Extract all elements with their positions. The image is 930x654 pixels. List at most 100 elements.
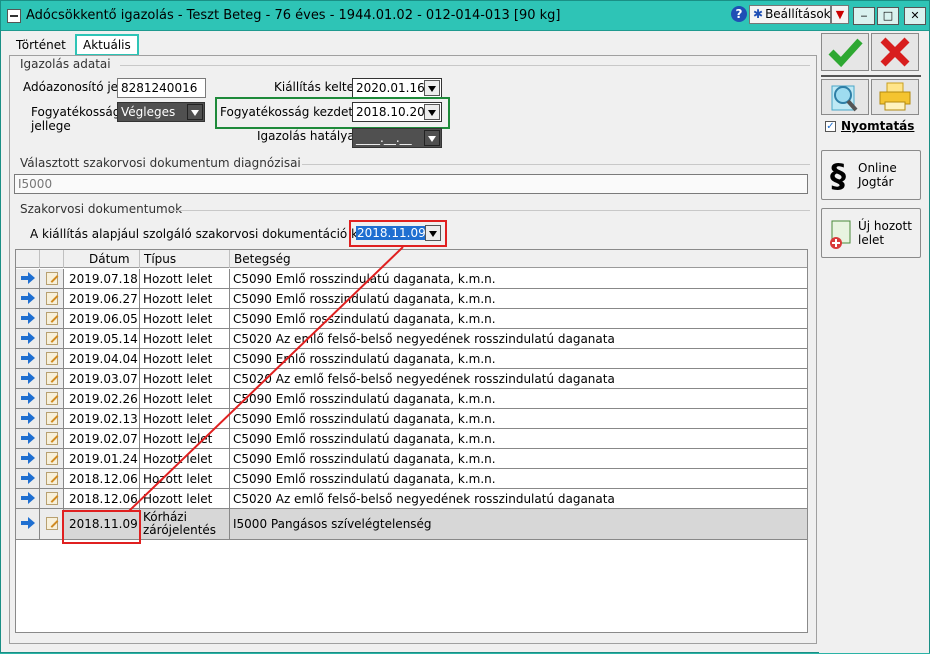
edit-row-cell[interactable] bbox=[40, 269, 64, 288]
edit-row-cell[interactable] bbox=[40, 349, 64, 368]
chevron-down-icon bbox=[187, 104, 203, 120]
arrow-right-icon bbox=[21, 352, 35, 364]
tax-id-label: Adóazonosító jel bbox=[23, 80, 122, 94]
edit-row-cell[interactable] bbox=[40, 329, 64, 348]
basis-date-label: A kiállítás alapjául szolgáló szakorvosi… bbox=[30, 227, 381, 241]
edit-row-cell[interactable] bbox=[40, 509, 64, 539]
tab-aktualis[interactable]: Aktuális bbox=[75, 34, 139, 56]
open-row-cell[interactable] bbox=[16, 289, 40, 308]
online-jogtar-button[interactable]: § Online Jogtár bbox=[821, 150, 921, 200]
help-button[interactable]: ? bbox=[731, 6, 747, 22]
edit-row-cell[interactable] bbox=[40, 409, 64, 428]
section-divider bbox=[302, 164, 810, 165]
section-divider bbox=[120, 65, 810, 66]
table-row[interactable]: 2019.01.24 Hozott lelet C5090 Emlő rosszin… bbox=[16, 449, 807, 469]
new-result-label: Új hozott lelet bbox=[858, 219, 912, 247]
edit-row-cell[interactable] bbox=[40, 389, 64, 408]
tab-tortenet[interactable]: Történet bbox=[9, 34, 75, 55]
edit-icon bbox=[46, 392, 58, 405]
open-row-cell[interactable] bbox=[16, 389, 40, 408]
table-row[interactable]: 2019.04.04 Hozott lelet C5090 Emlő rosszin… bbox=[16, 349, 807, 369]
tax-id-field[interactable]: 8281240016 bbox=[117, 78, 206, 98]
igazolas-section-title: Igazolás adatai bbox=[20, 57, 111, 71]
header-disease[interactable]: Betegség bbox=[230, 250, 807, 268]
edit-row-cell[interactable] bbox=[40, 369, 64, 388]
open-row-cell[interactable] bbox=[16, 349, 40, 368]
edit-icon bbox=[46, 272, 58, 285]
open-row-cell[interactable] bbox=[16, 329, 40, 348]
row-disease: C5090 Emlő rosszindulatú daganata, k.m.n… bbox=[233, 452, 496, 466]
arrow-right-icon bbox=[21, 472, 35, 484]
open-row-cell[interactable] bbox=[16, 309, 40, 328]
selected-date-highlight bbox=[62, 510, 141, 544]
pin-icon[interactable]: ▼ bbox=[831, 5, 849, 24]
open-row-cell[interactable] bbox=[16, 269, 40, 288]
row-type: Hozott lelet bbox=[140, 469, 230, 488]
validity-picker[interactable]: ____.__.__ bbox=[352, 128, 442, 148]
open-row-cell[interactable] bbox=[16, 469, 40, 488]
open-row-cell[interactable] bbox=[16, 509, 40, 539]
row-type: Hozott lelet bbox=[140, 269, 230, 288]
table-row[interactable]: 2019.06.27 Hozott lelet C5090 Emlő rosszin… bbox=[16, 289, 807, 309]
section-divider bbox=[170, 210, 810, 211]
minimize-button[interactable]: ‒ bbox=[853, 7, 875, 25]
edit-row-cell[interactable] bbox=[40, 429, 64, 448]
edit-row-cell[interactable] bbox=[40, 449, 64, 468]
issue-date-picker[interactable]: 2020.01.16 bbox=[352, 78, 442, 98]
online-jogtar-label: Online Jogtár bbox=[858, 161, 897, 189]
edit-row-cell[interactable] bbox=[40, 469, 64, 488]
table-row[interactable]: 2018.12.06 Hozott lelet C5090 Emlő rosszin… bbox=[16, 469, 807, 489]
basis-date-picker[interactable]: 2018.11.09 bbox=[353, 224, 442, 244]
disability-type-select[interactable]: Végleges bbox=[117, 102, 205, 122]
x-icon bbox=[880, 37, 910, 67]
close-button[interactable]: ✕ bbox=[904, 7, 926, 25]
table-row[interactable]: 2019.03.07 Hozott lelet C5020 Az emlő fels… bbox=[16, 369, 807, 389]
open-row-cell[interactable] bbox=[16, 369, 40, 388]
edit-icon bbox=[46, 292, 58, 305]
diagnosis-field[interactable]: I5000 bbox=[14, 174, 808, 194]
header-type[interactable]: Típus bbox=[140, 250, 230, 268]
cancel-button[interactable] bbox=[871, 33, 919, 71]
row-type: Hozott lelet bbox=[140, 329, 230, 348]
print-checkbox-label[interactable]: Nyomtatás bbox=[841, 119, 914, 133]
issue-date-value: 2020.01.16 bbox=[356, 81, 425, 95]
edit-row-cell[interactable] bbox=[40, 489, 64, 508]
row-type: Hozott lelet bbox=[140, 489, 230, 508]
table-row[interactable]: 2018.12.06 Hozott lelet C5020 Az emlő fels… bbox=[16, 489, 807, 509]
new-result-button[interactable]: Új hozott lelet bbox=[821, 208, 921, 258]
ok-button[interactable] bbox=[821, 33, 869, 71]
table-row[interactable]: 2019.07.18 Hozott lelet C5090 Emlő rosszin… bbox=[16, 269, 807, 289]
row-type: Hozott lelet bbox=[140, 389, 230, 408]
preview-button[interactable] bbox=[821, 79, 869, 115]
gear-icon: ✱ bbox=[753, 7, 764, 21]
chevron-down-icon bbox=[424, 104, 440, 120]
maximize-button[interactable]: □ bbox=[877, 7, 899, 25]
disability-start-label: Fogyatékosság kezdete bbox=[220, 105, 361, 119]
edit-icon bbox=[46, 332, 58, 345]
edit-icon bbox=[46, 432, 58, 445]
open-row-cell[interactable] bbox=[16, 449, 40, 468]
header-date[interactable]: Dátum bbox=[64, 250, 140, 268]
row-disease: C5020 Az emlő felső-belső negyedének ros… bbox=[233, 332, 615, 346]
open-row-cell[interactable] bbox=[16, 489, 40, 508]
table-row[interactable]: 2019.02.26 Hozott lelet C5090 Emlő rosszin… bbox=[16, 389, 807, 409]
chevron-down-icon bbox=[424, 130, 440, 146]
print-checkbox[interactable]: ✓ bbox=[825, 121, 836, 132]
new-result-label-line1: Új hozott bbox=[858, 219, 912, 233]
row-disease: C5020 Az emlő felső-belső negyedének ros… bbox=[233, 372, 615, 386]
table-row[interactable]: 2019.05.14 Hozott lelet C5020 Az emlő fels… bbox=[16, 329, 807, 349]
disability-start-picker[interactable]: 2018.10.20 bbox=[352, 102, 442, 122]
open-row-cell[interactable] bbox=[16, 409, 40, 428]
settings-button[interactable]: ✱ Beállítások bbox=[749, 5, 831, 24]
documents-table[interactable]: Dátum Típus Betegség 2019.07.18 Hozott le… bbox=[15, 249, 808, 633]
open-row-cell[interactable] bbox=[16, 429, 40, 448]
printer-icon bbox=[879, 82, 911, 111]
table-row[interactable]: 2019.02.13 Hozott lelet C5090 Emlő rosszin… bbox=[16, 409, 807, 429]
print-button[interactable] bbox=[871, 79, 919, 115]
edit-row-cell[interactable] bbox=[40, 309, 64, 328]
arrow-right-icon bbox=[21, 452, 35, 464]
table-row[interactable]: 2019.06.05 Hozott lelet C5090 Emlő rosszin… bbox=[16, 309, 807, 329]
table-row[interactable]: 2019.02.07 Hozott lelet C5090 Emlő rosszin… bbox=[16, 429, 807, 449]
section-sign-icon: § bbox=[830, 157, 846, 195]
edit-row-cell[interactable] bbox=[40, 289, 64, 308]
